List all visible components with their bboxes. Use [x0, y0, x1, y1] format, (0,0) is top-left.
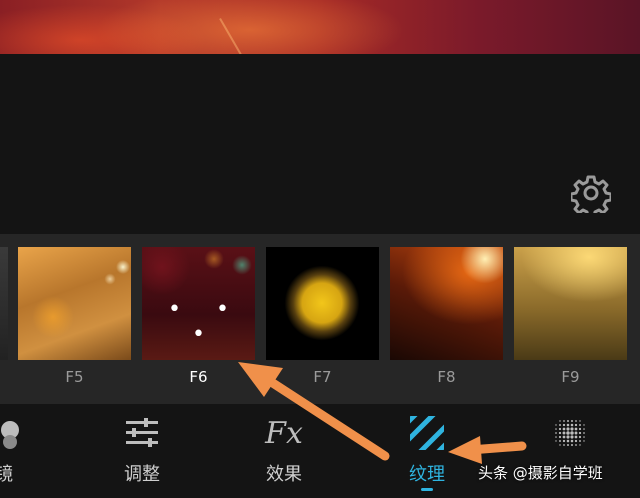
settings-button[interactable] — [570, 172, 612, 214]
filter-label-f6: F6 — [189, 368, 208, 386]
tab-texture[interactable]: 纹理 — [377, 404, 477, 498]
tab-lens[interactable]: 镜 — [0, 404, 54, 498]
filter-options-icon[interactable]: • • • — [142, 297, 255, 347]
filter-strip: F5 • • • F6 F7 F8 F9 — [0, 234, 640, 404]
filter-thumbnail-f7[interactable] — [266, 247, 379, 360]
bottom-tab-bar: 镜 调整 Fx 效果 纹理 — [0, 404, 640, 498]
filter-label-f9: F9 — [561, 368, 580, 386]
filter-thumbnail-f5[interactable] — [18, 247, 131, 360]
lens-icon — [0, 416, 54, 450]
tab-effects[interactable]: Fx 效果 — [234, 404, 334, 498]
image-canvas — [0, 54, 640, 234]
filter-label-f8: F8 — [437, 368, 456, 386]
tab-adjust[interactable]: 调整 — [92, 404, 192, 498]
tab-halftone[interactable] — [520, 404, 620, 498]
filter-thumbnail-f8[interactable] — [390, 247, 503, 360]
tab-label-adjust: 调整 — [124, 464, 160, 485]
texture-stripes-icon — [377, 416, 477, 450]
tab-label-effects: 效果 — [266, 464, 302, 485]
filter-thumbnail-f6[interactable]: • • • — [142, 247, 255, 360]
gear-icon — [571, 175, 611, 213]
filter-label-f7: F7 — [313, 368, 332, 386]
active-tab-indicator — [421, 488, 433, 491]
tab-label-lens: 镜 — [0, 464, 13, 485]
photo-preview — [0, 0, 640, 58]
filter-label-f5: F5 — [65, 368, 84, 386]
tab-label-texture: 纹理 — [409, 464, 445, 485]
filter-thumbnail-f9[interactable] — [514, 247, 627, 360]
sliders-icon — [92, 416, 192, 450]
halftone-dots-icon — [520, 416, 620, 450]
watermark: 头条 @摄影自学班 — [478, 464, 603, 482]
filter-thumbnail-partial[interactable] — [0, 247, 8, 360]
fx-icon: Fx — [265, 415, 303, 451]
